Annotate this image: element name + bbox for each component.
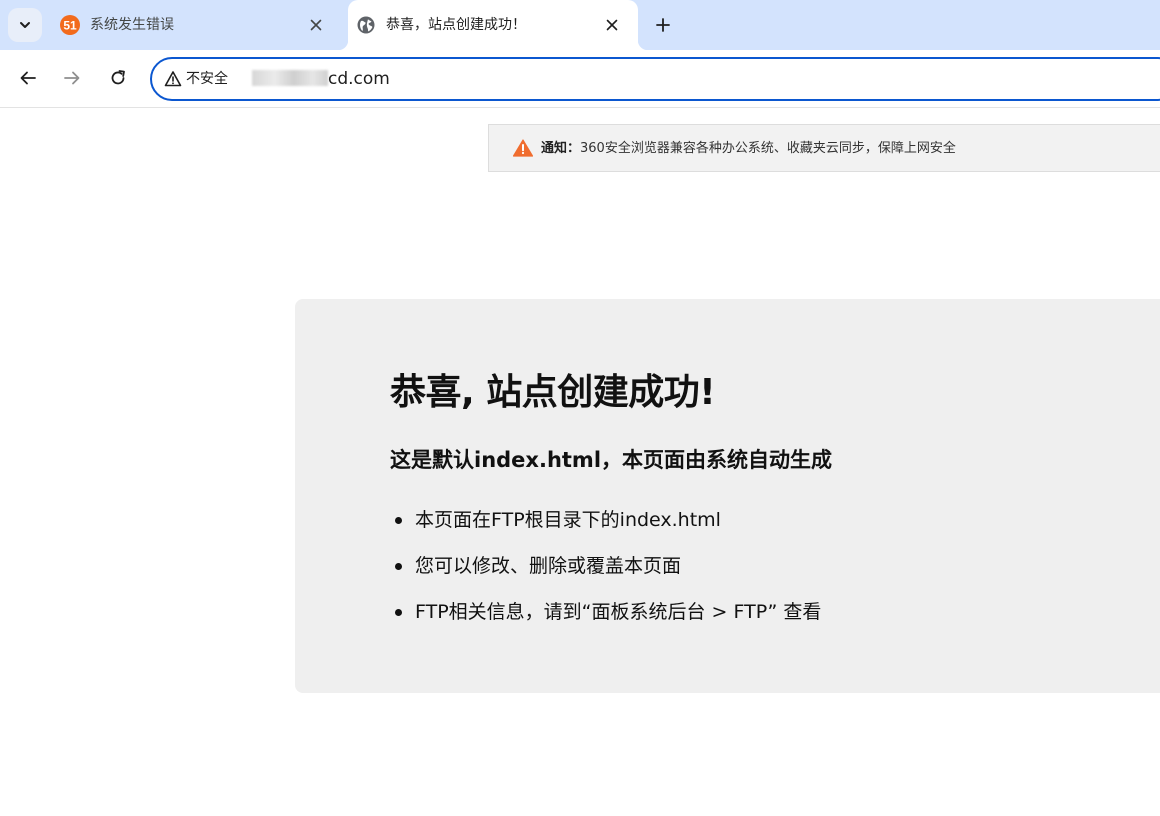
plus-icon (656, 18, 670, 32)
notice-label: 通知： (541, 141, 581, 156)
notice-bar: 通知：360安全浏览器兼容各种办公系统、收藏夹云同步，保障上网安全 (488, 124, 1160, 172)
forward-button[interactable] (60, 66, 84, 90)
page-subtitle: 这是默认index.html，本页面由系统自动生成 (390, 448, 833, 472)
new-tab-button[interactable] (650, 12, 676, 38)
close-icon (310, 19, 322, 31)
browser-toolbar: 不安全 cd.com (0, 50, 1160, 108)
url-text[interactable]: cd.com (328, 68, 390, 90)
chevron-down-icon (20, 22, 30, 28)
not-secure-warning-icon[interactable] (164, 70, 182, 88)
info-list: 本页面在FTP根目录下的index.html 您可以修改、删除或覆盖本页面 FT… (390, 505, 821, 643)
reload-button[interactable] (106, 66, 130, 90)
close-icon (606, 19, 618, 31)
tab-title: 恭喜，站点创建成功！ (386, 17, 526, 33)
svg-text:51: 51 (63, 19, 77, 33)
tab-search-button[interactable] (8, 8, 42, 42)
notice-message: 360安全浏览器兼容各种办公系统、收藏夹云同步，保障上网安全 (580, 141, 956, 156)
list-item: 本页面在FTP根目录下的index.html (390, 505, 821, 551)
reload-icon (111, 70, 125, 85)
warning-triangle-icon (513, 139, 533, 157)
arrow-left-icon (20, 71, 36, 85)
tab-site-created[interactable]: 恭喜，站点创建成功！ (338, 0, 648, 50)
list-item: FTP相关信息，请到“面板系统后台 > FTP” 查看 (390, 597, 821, 643)
tab-close-button[interactable] (602, 15, 622, 35)
content-panel: 恭喜, 站点创建成功! 这是默认index.html，本页面由系统自动生成 本页… (295, 299, 1160, 693)
back-button[interactable] (16, 66, 40, 90)
list-item: 您可以修改、删除或覆盖本页面 (390, 551, 821, 597)
globe-icon (357, 16, 375, 34)
address-bar[interactable]: 不安全 cd.com (150, 57, 1160, 101)
tab-close-button[interactable] (306, 15, 326, 35)
51-logo-icon: 51 (60, 15, 80, 35)
arrow-right-icon (64, 71, 80, 85)
tab-strip: 51 系统发生错误 恭喜，站点创建成功！ (0, 0, 1160, 50)
security-status-label[interactable]: 不安全 (186, 70, 228, 88)
notice-text: 通知：360安全浏览器兼容各种办公系统、收藏夹云同步，保障上网安全 (541, 140, 956, 158)
tab-system-error[interactable]: 51 系统发生错误 (52, 0, 342, 50)
tab-title: 系统发生错误 (90, 17, 174, 33)
page-title: 恭喜, 站点创建成功! (390, 372, 716, 413)
url-redacted-part (252, 70, 328, 86)
